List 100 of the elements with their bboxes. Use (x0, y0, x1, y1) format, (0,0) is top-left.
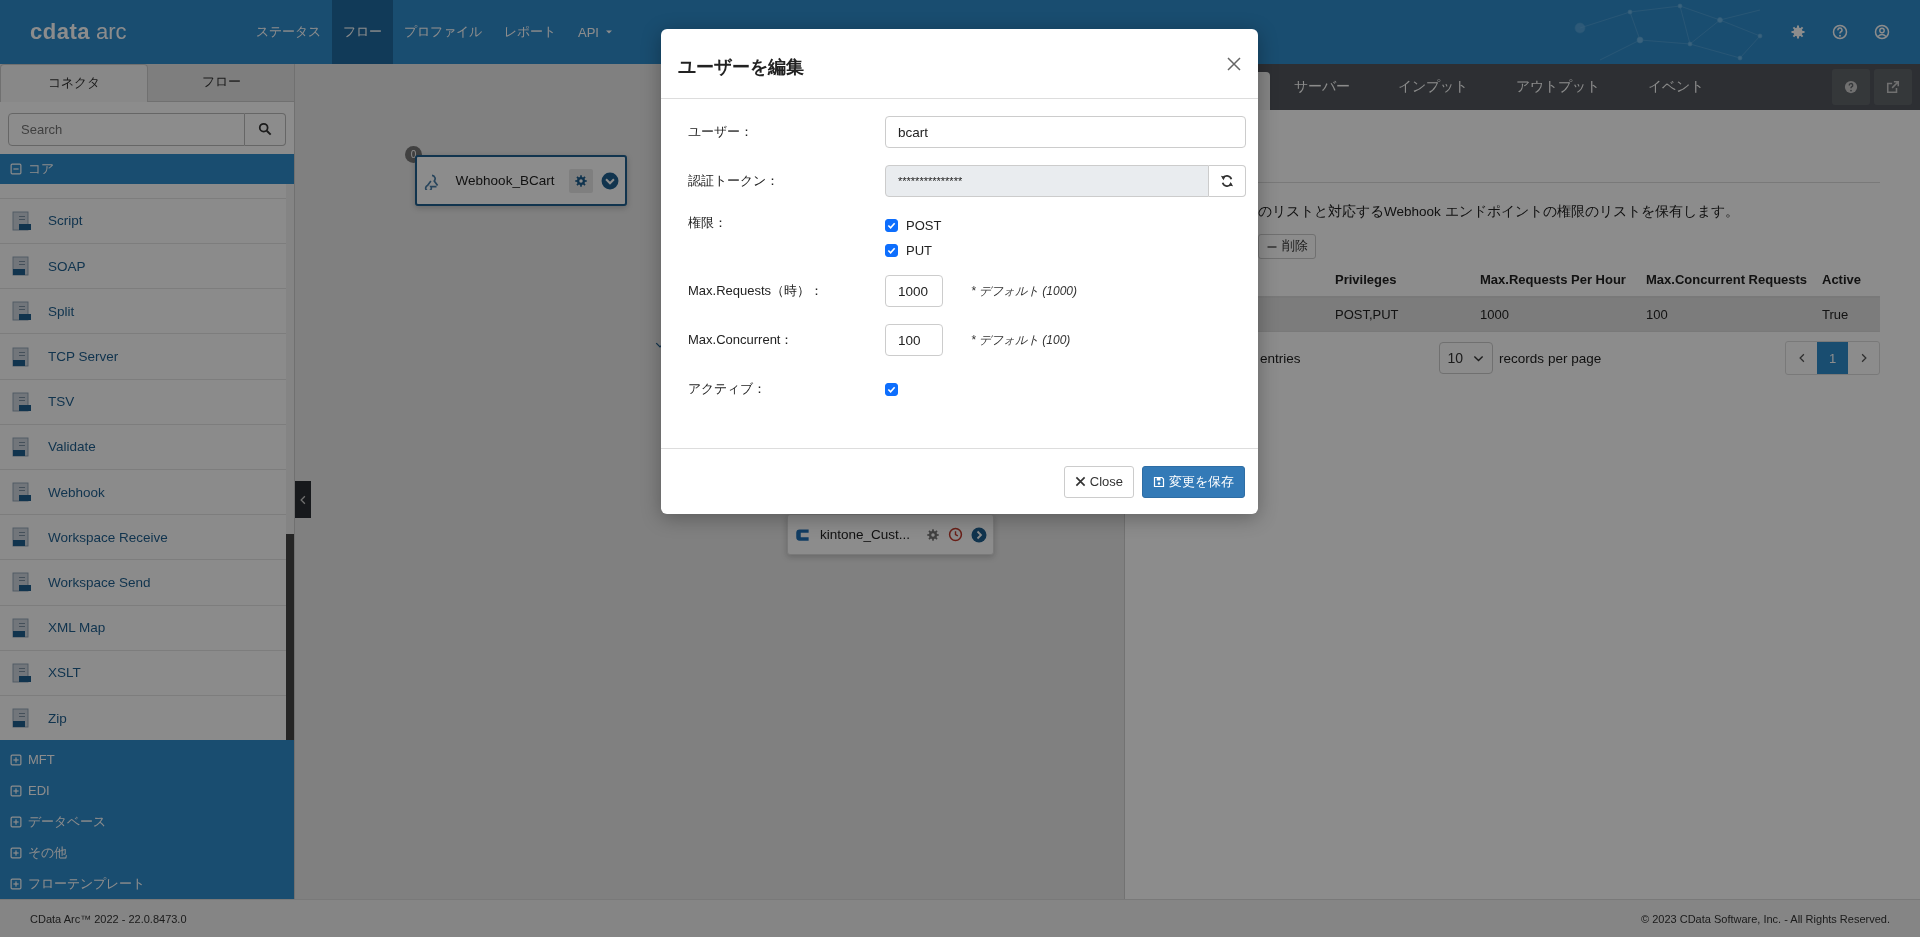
page-button[interactable]: 1 (1817, 342, 1848, 374)
connector-icon (10, 480, 34, 505)
checkbox[interactable] (885, 244, 898, 257)
field-label: アクティブ： (688, 380, 767, 398)
refresh-button[interactable] (1208, 165, 1246, 197)
group-header[interactable]: コア (0, 153, 294, 184)
connector-item[interactable]: Workspace Send (0, 560, 286, 606)
delete-button[interactable]: 削除 (1258, 234, 1316, 259)
table-cell-text: 1000 (1480, 307, 1510, 322)
sidebar-tab[interactable]: コネクタ (0, 64, 148, 102)
table-cell-text: POST,PUT (1335, 307, 1400, 322)
table-cell-text: 100 (1646, 307, 1669, 322)
entries-text: entries (1260, 350, 1301, 366)
connector-icon (10, 208, 34, 233)
table-cell-text: True (1822, 307, 1850, 322)
number-field[interactable]: 1000 (885, 275, 943, 307)
search-button[interactable] (245, 112, 286, 146)
external-link-button[interactable] (1874, 69, 1912, 105)
connector-icon (10, 570, 34, 595)
connector-item[interactable]: XSLT (0, 650, 286, 696)
connector-item[interactable]: Split (0, 289, 286, 335)
panel-tab[interactable]: イベント (1624, 64, 1728, 110)
column-header[interactable]: Privileges (1335, 271, 1480, 287)
node-label: kintone_Cust... (820, 527, 912, 542)
default-hint: * デフォルト (1000) (971, 282, 1078, 300)
checkbox-label: POST (906, 218, 942, 233)
collapse-handle[interactable] (295, 481, 311, 518)
table-row[interactable]: POST,PUT 1000 100 True (1258, 298, 1880, 332)
close-icon (1226, 55, 1242, 72)
sidebar-tab[interactable]: フロー (148, 64, 294, 102)
connector-item[interactable]: Webhook (0, 469, 286, 516)
node-label: Webhook_BCart (454, 173, 556, 188)
refresh-icon (1219, 174, 1234, 188)
connector-icon (10, 389, 34, 414)
logo-brand: cdata (30, 19, 90, 45)
column-header[interactable]: Max.Requests Per Hour (1480, 271, 1646, 287)
nav-link[interactable]: フロー (332, 0, 393, 64)
collapse-icon (10, 162, 22, 175)
panel-tab[interactable]: アウトプット (1492, 64, 1624, 110)
connector-item[interactable]: SOAP (0, 244, 286, 290)
field-label: ユーザー： (688, 123, 754, 141)
connector-item[interactable]: Script (0, 198, 286, 245)
settings-icon[interactable] (1790, 24, 1806, 40)
connector-icon (10, 299, 34, 324)
clock-icon[interactable] (948, 527, 963, 542)
column-header[interactable]: Max.Concurrent Requests (1646, 271, 1822, 287)
copyright-text: © 2023 CData Software, Inc. - All Rights Reserved. (1641, 912, 1890, 925)
save-icon (1153, 475, 1165, 488)
number-field[interactable]: 100 (885, 324, 943, 356)
expand-icon (10, 846, 22, 859)
help-icon (1844, 80, 1858, 94)
expand-icon (10, 753, 22, 766)
connector-item[interactable]: TCP Server (0, 334, 286, 380)
column-header[interactable]: Active (1822, 271, 1870, 287)
default-hint: * デフォルト (100) (971, 331, 1071, 349)
gear-icon[interactable] (926, 527, 940, 542)
scrollbar[interactable] (286, 183, 294, 740)
close-button[interactable]: Close (1063, 465, 1134, 498)
expand-icon (10, 877, 22, 890)
checkbox[interactable] (885, 382, 898, 396)
nav-link[interactable]: ステータス (245, 0, 332, 64)
field-label: 認証トークン： (688, 172, 780, 190)
panel-tab[interactable]: サーバー (1270, 64, 1374, 110)
help-button[interactable] (1832, 69, 1870, 105)
checkbox[interactable] (885, 219, 898, 232)
connector-icon (10, 660, 34, 685)
logo-product: arc (96, 19, 127, 45)
help-icon[interactable] (1832, 24, 1848, 40)
connector-item[interactable]: XML Map (0, 605, 286, 651)
nav-link[interactable]: API (567, 0, 624, 64)
save-button[interactable]: 変更を保存 (1142, 465, 1245, 498)
chevron-left-icon (298, 494, 308, 505)
search-field[interactable]: Search (8, 112, 245, 146)
nav-link[interactable]: プロファイル (393, 0, 493, 64)
field-label: 権限： (688, 214, 728, 232)
description-text: のリストと対応するWebhook エンドポイントの権限のリストを保有します。 (1258, 203, 1740, 221)
page-size-label: records per page (1499, 350, 1602, 366)
flow-node[interactable]: kintone_Cust... (787, 514, 994, 555)
close-button[interactable] (1226, 55, 1242, 72)
chevron-right-icon[interactable] (971, 526, 987, 543)
checkbox-label: PUT (906, 243, 932, 258)
panel-tab[interactable]: インプット (1374, 64, 1492, 110)
field-label: Max.Requests（時）： (688, 282, 825, 300)
page-size-select[interactable]: 10 (1438, 342, 1494, 374)
close-icon (1074, 476, 1086, 487)
connector-item[interactable]: TSV (0, 379, 286, 425)
connector-item[interactable]: Validate (0, 424, 286, 470)
user-field[interactable]: bcart (885, 116, 1246, 148)
gear-icon (574, 173, 588, 188)
search-icon (258, 122, 272, 137)
field-label: Max.Concurrent： (688, 331, 795, 349)
nav-link[interactable]: レポート (493, 0, 567, 64)
settings-button[interactable] (569, 168, 593, 193)
flow-node[interactable]: Webhook_BCart (415, 155, 627, 206)
external-link-icon (1886, 80, 1900, 94)
dialog-title: ユーザーを編集 (678, 55, 804, 79)
connector-item[interactable]: Workspace Receive (0, 515, 286, 561)
expand-icon (10, 815, 22, 828)
user-icon[interactable] (1874, 24, 1890, 40)
expand-icon (10, 784, 22, 797)
